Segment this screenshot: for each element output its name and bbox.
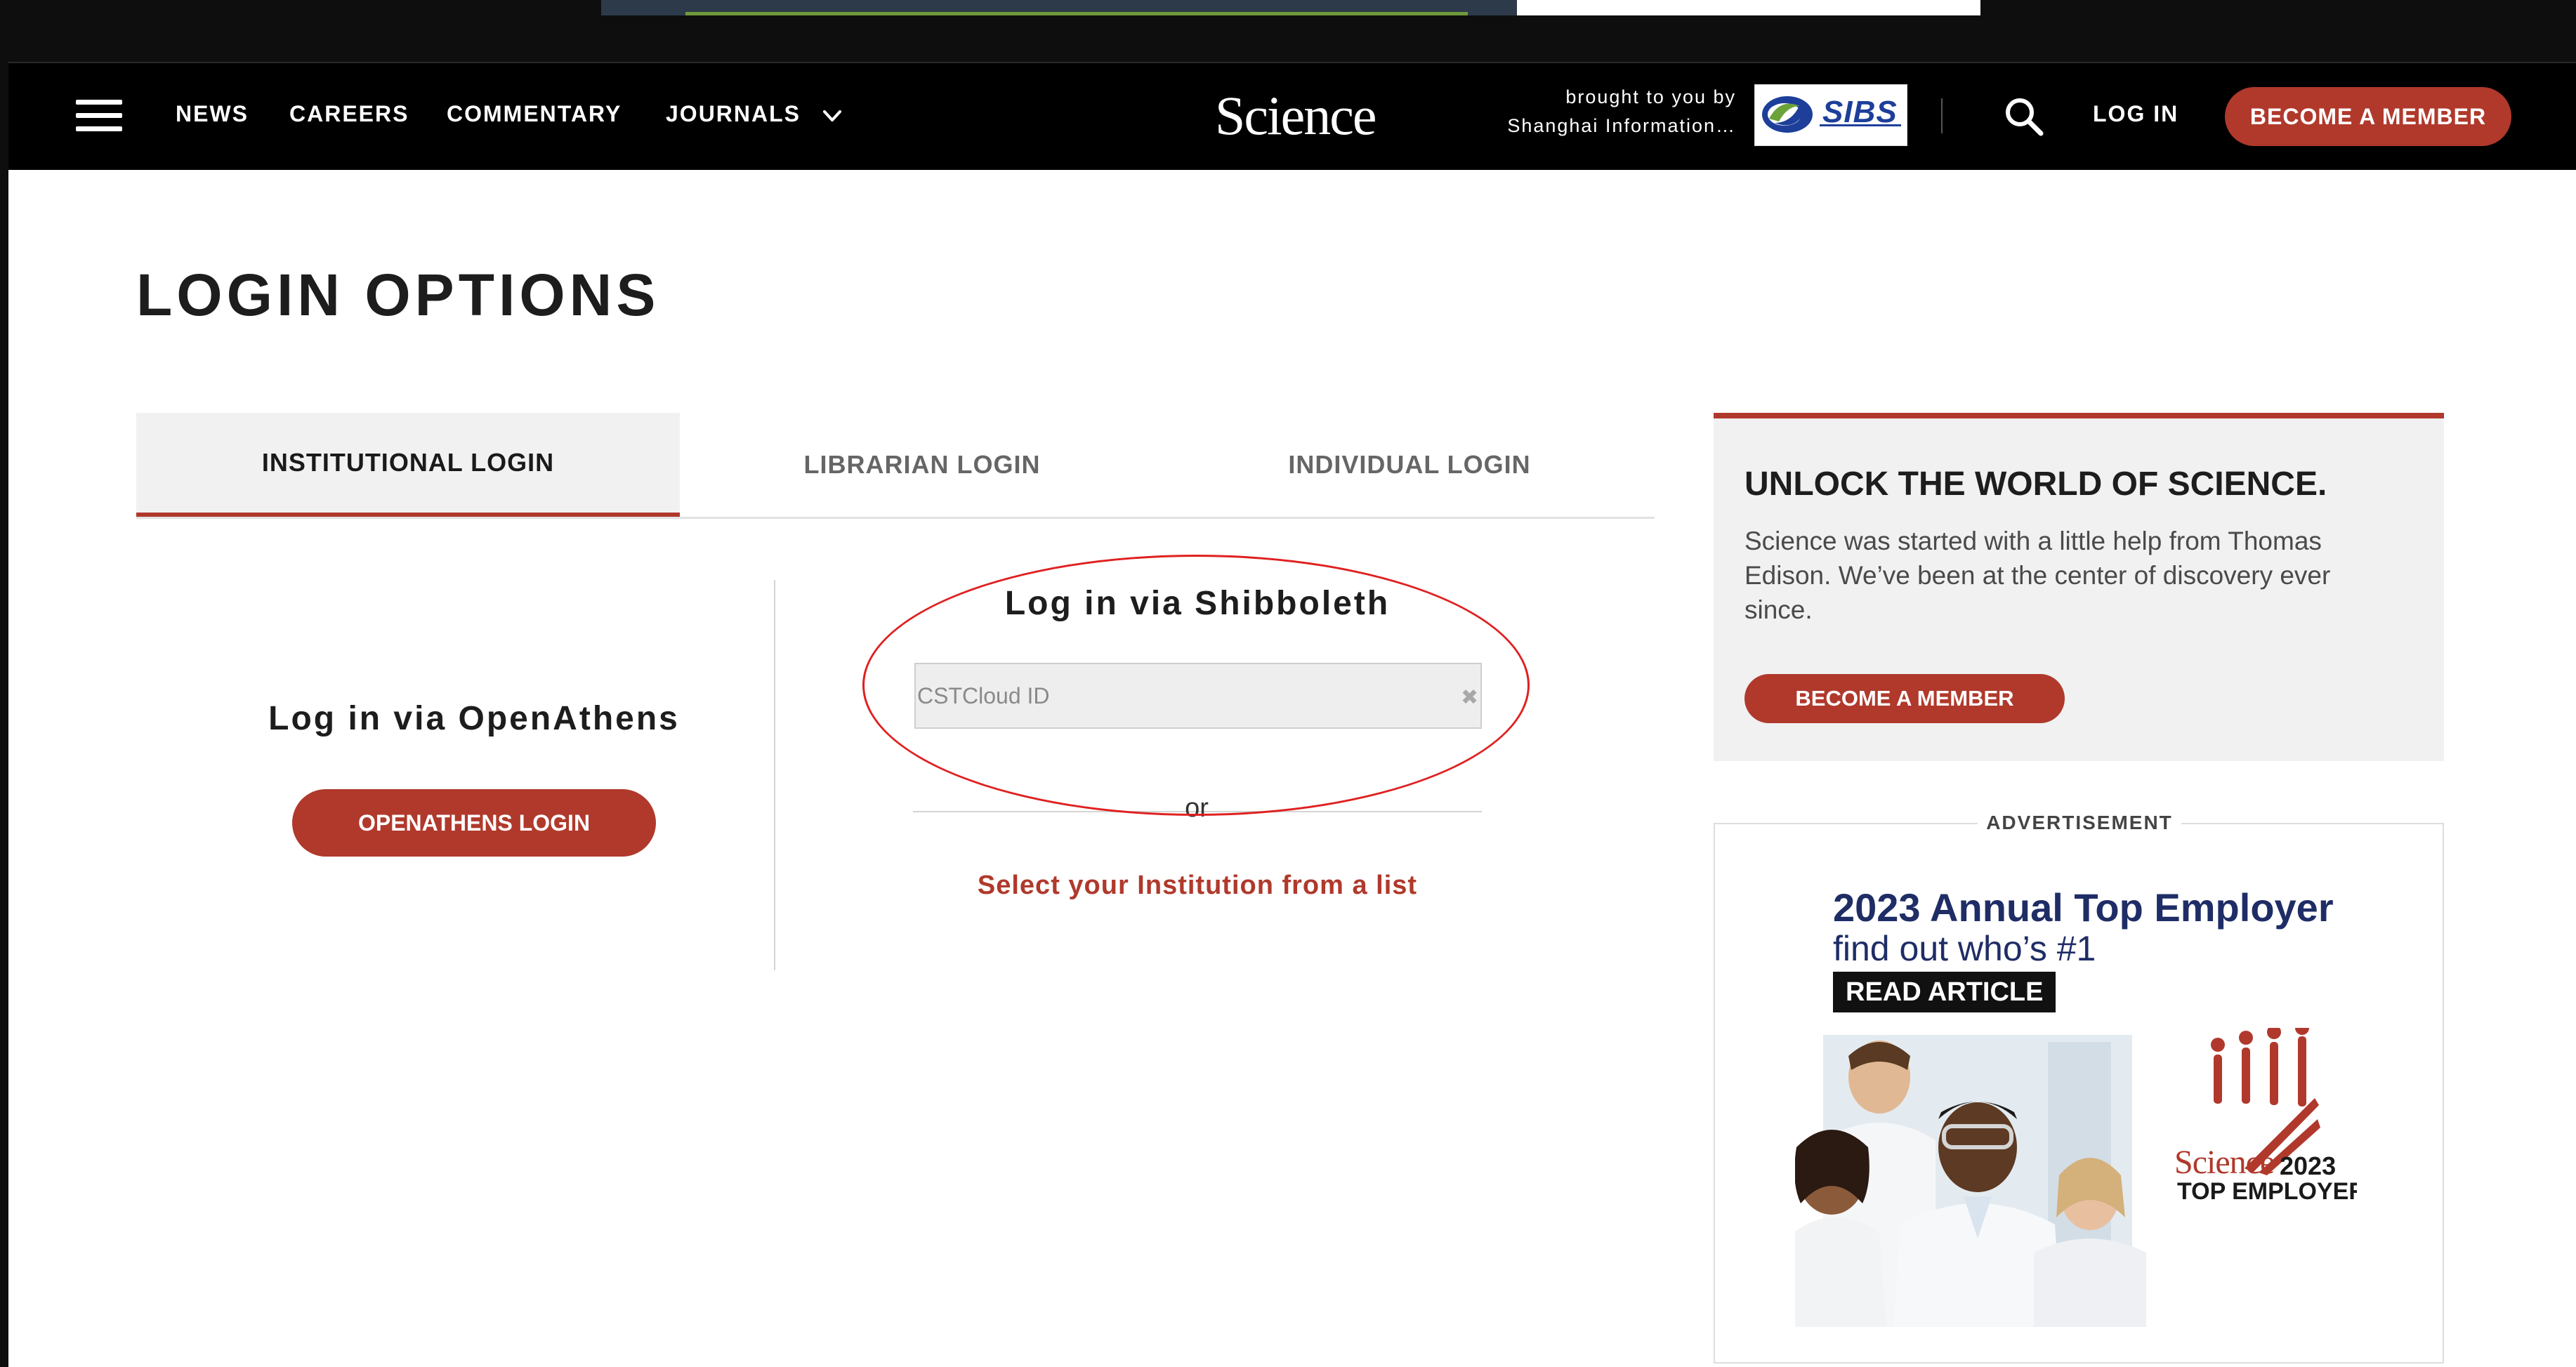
search-icon[interactable] bbox=[2003, 95, 2045, 138]
log-in-link[interactable]: LOG IN bbox=[2093, 101, 2179, 127]
top-banner-ad[interactable] bbox=[601, 0, 1517, 15]
hamburger-icon[interactable] bbox=[76, 100, 122, 132]
read-article-button[interactable]: READ ARTICLE bbox=[1833, 972, 2056, 1012]
promo-body: Science was started with a little help f… bbox=[1744, 527, 2331, 624]
top-banner-accent bbox=[685, 12, 1468, 15]
ad-headline: 2023 Annual Top Employer bbox=[1833, 885, 2334, 930]
sponsor-logo[interactable]: SIBS bbox=[1754, 84, 1907, 146]
nav-commentary-link[interactable]: COMMENTARY bbox=[447, 101, 622, 127]
shibboleth-heading: Log in via Shibboleth bbox=[1004, 585, 1391, 622]
sibs-swirl-icon bbox=[1762, 96, 1813, 133]
select-institution-link[interactable]: Select your Institution from a list bbox=[913, 871, 1482, 901]
tab-librarian-login[interactable]: LIBRARIAN LOGIN bbox=[680, 413, 1164, 517]
membership-promo: UNLOCK THE WORLD OF SCIENCE. Science was… bbox=[1714, 413, 2444, 761]
advertisement-label: ADVERTISEMENT bbox=[1978, 812, 2181, 834]
login-column-divider bbox=[774, 580, 775, 970]
tab-institutional-login[interactable]: INSTITUTIONAL LOGIN bbox=[136, 413, 680, 517]
sponsor-line-1: brought to you by bbox=[1565, 86, 1736, 107]
top-employer-ad[interactable]: 2023 Annual Top Employer find out who’s … bbox=[1795, 872, 2357, 1327]
ad-subline: find out who’s #1 bbox=[1833, 929, 2096, 968]
tabs-baseline bbox=[136, 517, 1655, 519]
ad-science-logo: Science bbox=[2174, 1144, 2275, 1181]
science-logo[interactable]: Science bbox=[1215, 84, 1377, 147]
sibs-logo-underline bbox=[1820, 124, 1901, 126]
nav-careers-link[interactable]: CAREERS bbox=[289, 101, 409, 127]
chevron-down-icon[interactable] bbox=[822, 105, 843, 126]
nav-divider bbox=[1941, 98, 1943, 133]
become-member-nav-button[interactable]: BECOME A MEMBER bbox=[2225, 87, 2511, 146]
ad-logo-year: 2023 bbox=[2280, 1151, 2337, 1180]
clear-input-icon[interactable]: ✖ bbox=[1461, 685, 1478, 710]
become-member-promo-button[interactable]: BECOME A MEMBER bbox=[1744, 674, 2065, 723]
page-left-edge bbox=[0, 0, 8, 1367]
openathens-heading: Log in via OpenAthens bbox=[268, 700, 680, 737]
page-title: LOGIN OPTIONS bbox=[136, 262, 660, 328]
promo-title: UNLOCK THE WORLD OF SCIENCE. bbox=[1744, 465, 2327, 503]
top-banner-ad-secondary[interactable] bbox=[1517, 0, 1980, 15]
top-ad-strip bbox=[0, 0, 2576, 62]
main-navigation: NEWS CAREERS COMMENTARY JOURNALS Science… bbox=[8, 62, 2576, 170]
tab-individual-login[interactable]: INDIVIDUAL LOGIN bbox=[1164, 413, 1655, 517]
openathens-login-button[interactable]: OPENATHENS LOGIN bbox=[292, 789, 656, 857]
nav-news-link[interactable]: NEWS bbox=[176, 101, 249, 127]
nav-journals-link[interactable]: JOURNALS bbox=[666, 101, 801, 127]
or-divider-text: or bbox=[1185, 793, 1209, 823]
sponsor-line-2: Shanghai Information… bbox=[1507, 115, 1736, 136]
sponsor-text: brought to you by Shanghai Information… bbox=[1441, 83, 1736, 140]
institution-search-input[interactable] bbox=[914, 663, 1482, 729]
ad-logo-caption: TOP EMPLOYER bbox=[2177, 1178, 2357, 1205]
